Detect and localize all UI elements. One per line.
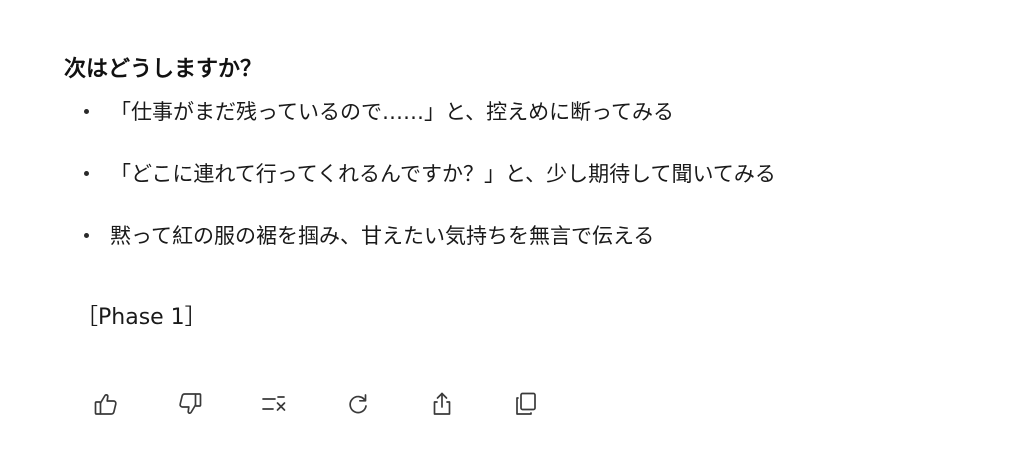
bullet — [84, 171, 89, 176]
share-button[interactable] — [424, 386, 460, 422]
assistant-message: 次はどうしますか？ 「仕事がまだ残っているので……」と、控えめに断ってみる 「ど… — [64, 50, 984, 254]
bullet — [84, 109, 89, 114]
thumbs-down-button[interactable] — [172, 386, 208, 422]
option-text: 「仕事がまだ残っているので……」と、控えめに断ってみる — [110, 100, 675, 124]
list-item: 「仕事がまだ残っているので……」と、控えめに断ってみる — [64, 94, 984, 130]
list-item: 黙って紅の服の裾を掴み、甘えたい気持ちを無言で伝える — [64, 218, 984, 254]
copy-button[interactable] — [508, 386, 544, 422]
phase-label: ［Phase 1］ — [76, 305, 207, 330]
list-item: 「どこに連れて行ってくれるんですか？」と、少し期待して聞いてみる — [64, 156, 984, 192]
option-text: 黙って紅の服の裾を掴み、甘えたい気持ちを無言で伝える — [110, 224, 655, 248]
option-list: 「仕事がまだ残っているので……」と、控えめに断ってみる 「どこに連れて行ってくれ… — [64, 94, 984, 254]
thumbs-up-button[interactable] — [88, 386, 124, 422]
message-action-bar — [88, 386, 544, 422]
list-dismiss-icon — [262, 396, 286, 411]
message-heading: 次はどうしますか？ — [64, 57, 263, 82]
thumbs-up-icon — [94, 394, 117, 415]
thumbs-down-icon — [179, 393, 202, 414]
bullet — [84, 233, 89, 238]
copy-icon — [516, 392, 536, 415]
option-text: 「どこに連れて行ってくれるんですか？」と、少し期待して聞いてみる — [110, 162, 776, 186]
share-icon — [433, 392, 451, 415]
refresh-icon — [349, 394, 367, 414]
regenerate-button[interactable] — [340, 386, 376, 422]
dismiss-list-button[interactable] — [256, 386, 292, 422]
